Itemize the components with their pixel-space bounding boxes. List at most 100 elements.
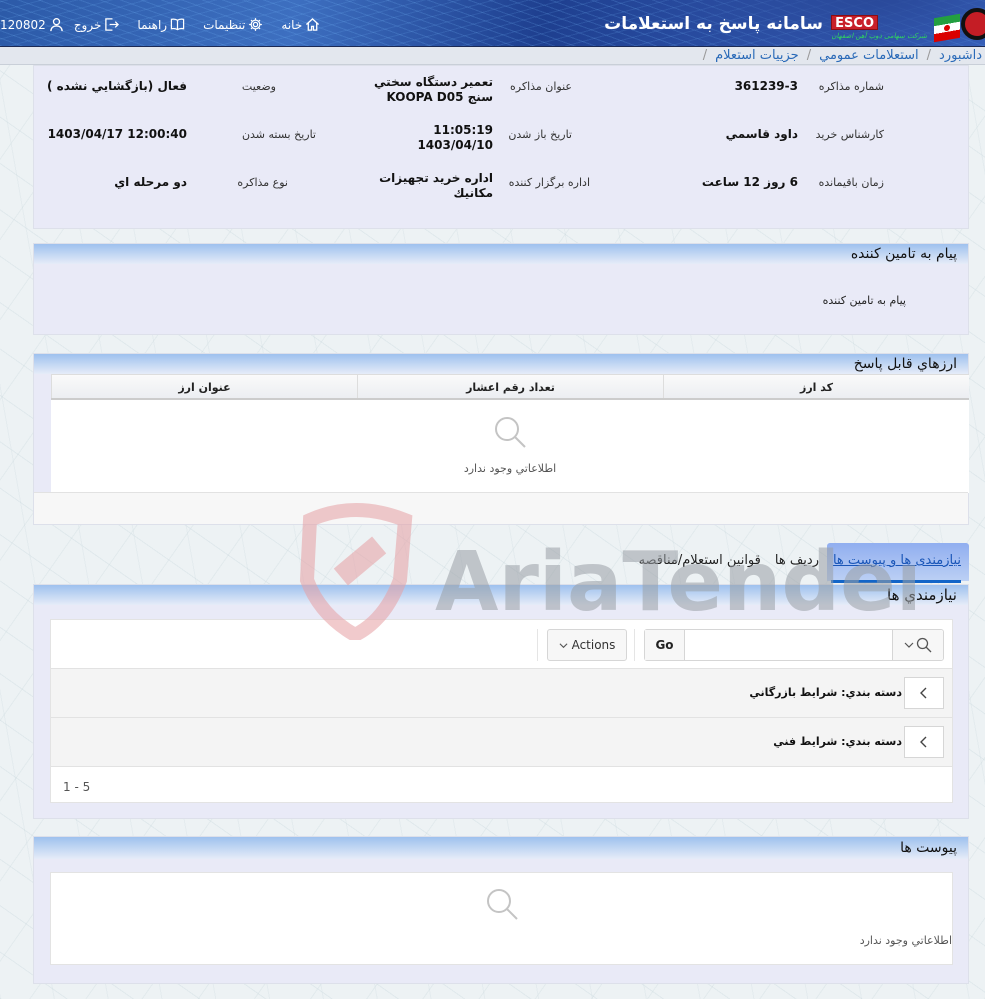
time-remaining-value: 6 روز 12 ساعت [701, 175, 798, 189]
column-header-currency-code[interactable]: کد ارز [663, 375, 969, 398]
negotiation-number-label: شماره مذاکره [818, 80, 884, 93]
currencies-table-header: کد ارز تعداد رقم اعشار عنوان ارز [51, 375, 969, 400]
tab-rows[interactable]: رديف ها [769, 543, 827, 581]
search-bar: Go [644, 629, 944, 661]
organizer-line2: مکانيك [453, 186, 494, 200]
gear-icon [249, 18, 263, 31]
open-date-time: 11:05:19 [433, 123, 493, 137]
breadcrumb-dashboard-label: داشبورد [939, 48, 983, 63]
breadcrumb-dashboard[interactable]: ه داشبورد [939, 48, 985, 63]
close-date-value: 1403/04/17 12:00:40 [47, 127, 187, 141]
breadcrumb-separator: / [702, 48, 708, 63]
company-name: شرکت سهامی ذوب آهن اصفهان [831, 32, 927, 40]
book-icon [170, 18, 185, 31]
app-title: سامانه پاسخ به استعلامات [604, 14, 823, 34]
open-date-value: 11:05:19 1403/04/10 [417, 123, 493, 153]
chevron-left-icon [920, 687, 927, 699]
settings-label: تنظيمات [203, 17, 246, 32]
chevron-down-icon [904, 642, 914, 648]
user-id: 120802 [0, 17, 46, 32]
negotiation-type-value: دو مرحله اي [114, 175, 187, 189]
organizer-label: اداره برگزار کننده [508, 176, 590, 189]
chevron-down-icon [559, 642, 568, 648]
user-icon [50, 18, 63, 32]
tab-requirements-attachments[interactable]: نيازمندی ها و پيوست ها [826, 543, 969, 583]
logout-icon [105, 18, 120, 31]
empty-message: اطلاعاتي وجود ندارد [859, 934, 952, 947]
column-header-decimal-digits[interactable]: تعداد رقم اعشار [357, 375, 663, 398]
group-row[interactable]: دسته بندي: شرايط بازرگاني [51, 669, 952, 718]
empty-message: اطلاعاتي وجود ندارد [463, 462, 557, 475]
settings-link[interactable]: تنظيمات [203, 17, 263, 32]
logout-link[interactable]: خروج [74, 17, 120, 32]
breadcrumb-public-inquiries[interactable]: استعلامات عمومي [819, 48, 919, 63]
breadcrumb-separator: / [806, 48, 812, 63]
home-link[interactable]: خانه [281, 17, 320, 32]
help-link[interactable]: راهنما [137, 17, 185, 32]
expand-button[interactable] [904, 677, 944, 709]
currencies-footer [34, 492, 968, 524]
negotiation-type-label: نوع مذاکره [237, 176, 288, 189]
negotiation-title-value: تعمير دستگاه سختي سنج KOOPA D05 [374, 75, 493, 105]
currencies-title: ارزهاي قابل پاسخ [34, 354, 968, 374]
requirements-title: نيازمندي ها [34, 585, 968, 605]
organizer-line1: اداره خريد تجهيزات [379, 171, 493, 185]
purchase-expert-label: کارشناس خريد [815, 128, 884, 141]
attachments-empty-state: اطلاعاتي وجود ندارد [50, 872, 953, 965]
negotiation-title-line2: سنج KOOPA D05 [386, 90, 493, 104]
requirements-panel: نيازمندي ها Go Actions دسته بندي: شرايط … [33, 584, 969, 819]
supplier-message-title: پيام به تامين کننده [34, 244, 968, 264]
pagination-text: 1 - 5 [63, 780, 91, 794]
user-menu[interactable]: 120802 [0, 17, 64, 32]
group-label: دسته بندي: شرايط فني [773, 735, 902, 748]
toolbar-divider [634, 629, 635, 661]
home-icon [306, 17, 320, 31]
search-icon [916, 637, 932, 653]
search-column-button[interactable] [892, 630, 943, 660]
currencies-empty-state: اطلاعاتي وجود ندارد [51, 400, 969, 493]
attachments-panel: پيوست ها اطلاعاتي وجود ندارد [33, 836, 969, 984]
tab-inquiry-rules[interactable]: قوانين استعلام/مناقصه [633, 543, 769, 581]
toolbar-divider [537, 629, 538, 661]
currencies-table: کد ارز تعداد رقم اعشار عنوان ارز اطلاعات… [51, 374, 969, 493]
open-date-label: تاريخ باز شدن [508, 128, 572, 141]
chevron-left-icon [920, 736, 927, 748]
breadcrumb-separator: / [926, 48, 932, 63]
purchase-expert-value: داود قاسمي [725, 127, 798, 141]
actions-button[interactable]: Actions [547, 629, 627, 661]
company-logo [961, 8, 985, 40]
help-label: راهنما [137, 17, 168, 32]
organizer-value: اداره خريد تجهيزات مکانيك [379, 171, 493, 201]
requirements-report: Go Actions دسته بندي: شرايط بازرگاني دست… [50, 619, 953, 803]
attachments-title: پيوست ها [34, 837, 968, 859]
inquiry-info-panel: شماره مذاکره 361239-3 کارشناس خريد داود … [33, 65, 969, 229]
open-date-date: 1403/04/10 [417, 138, 493, 152]
column-header-currency-title[interactable]: عنوان ارز [51, 375, 357, 398]
breadcrumb: ه داشبورد / استعلامات عمومي / جزييات است… [0, 47, 985, 65]
expand-button[interactable] [904, 726, 944, 758]
status-label: وضعيت [241, 80, 276, 93]
actions-label: Actions [571, 638, 616, 652]
negotiation-title-label: عنوان مذاکره [510, 80, 572, 93]
time-remaining-label: زمان باقيمانده [818, 176, 884, 189]
negotiation-number-value: 361239-3 [734, 79, 798, 93]
search-icon [486, 889, 518, 920]
supplier-message-text: پيام به تامين کننده [822, 294, 906, 307]
group-label: دسته بندي: شرايط بازرگاني [749, 686, 902, 699]
go-button[interactable]: Go [645, 630, 685, 660]
report-toolbar: Go Actions [51, 620, 952, 669]
breadcrumb-inquiry-details[interactable]: جزييات استعلام [715, 48, 799, 63]
group-row[interactable]: دسته بندي: شرايط فني [51, 718, 952, 767]
logout-label: خروج [73, 17, 102, 32]
watermark-gavel-icon [333, 536, 387, 586]
header-nav: 120802 خروج راهنما تنظيمات خانه [0, 17, 338, 32]
close-date-label: تاريخ بسته شدن [241, 128, 316, 141]
search-input[interactable] [685, 630, 892, 660]
negotiation-title-line1: تعمير دستگاه سختي [374, 75, 493, 89]
status-value: فعال (بازگشايي نشده ) [46, 79, 187, 93]
esco-logo: ESCO [831, 15, 878, 31]
search-icon [495, 417, 526, 448]
home-label: خانه [281, 17, 303, 32]
currencies-panel: ارزهاي قابل پاسخ کد ارز تعداد رقم اعشار … [33, 353, 969, 525]
iran-flag-icon [934, 13, 960, 43]
